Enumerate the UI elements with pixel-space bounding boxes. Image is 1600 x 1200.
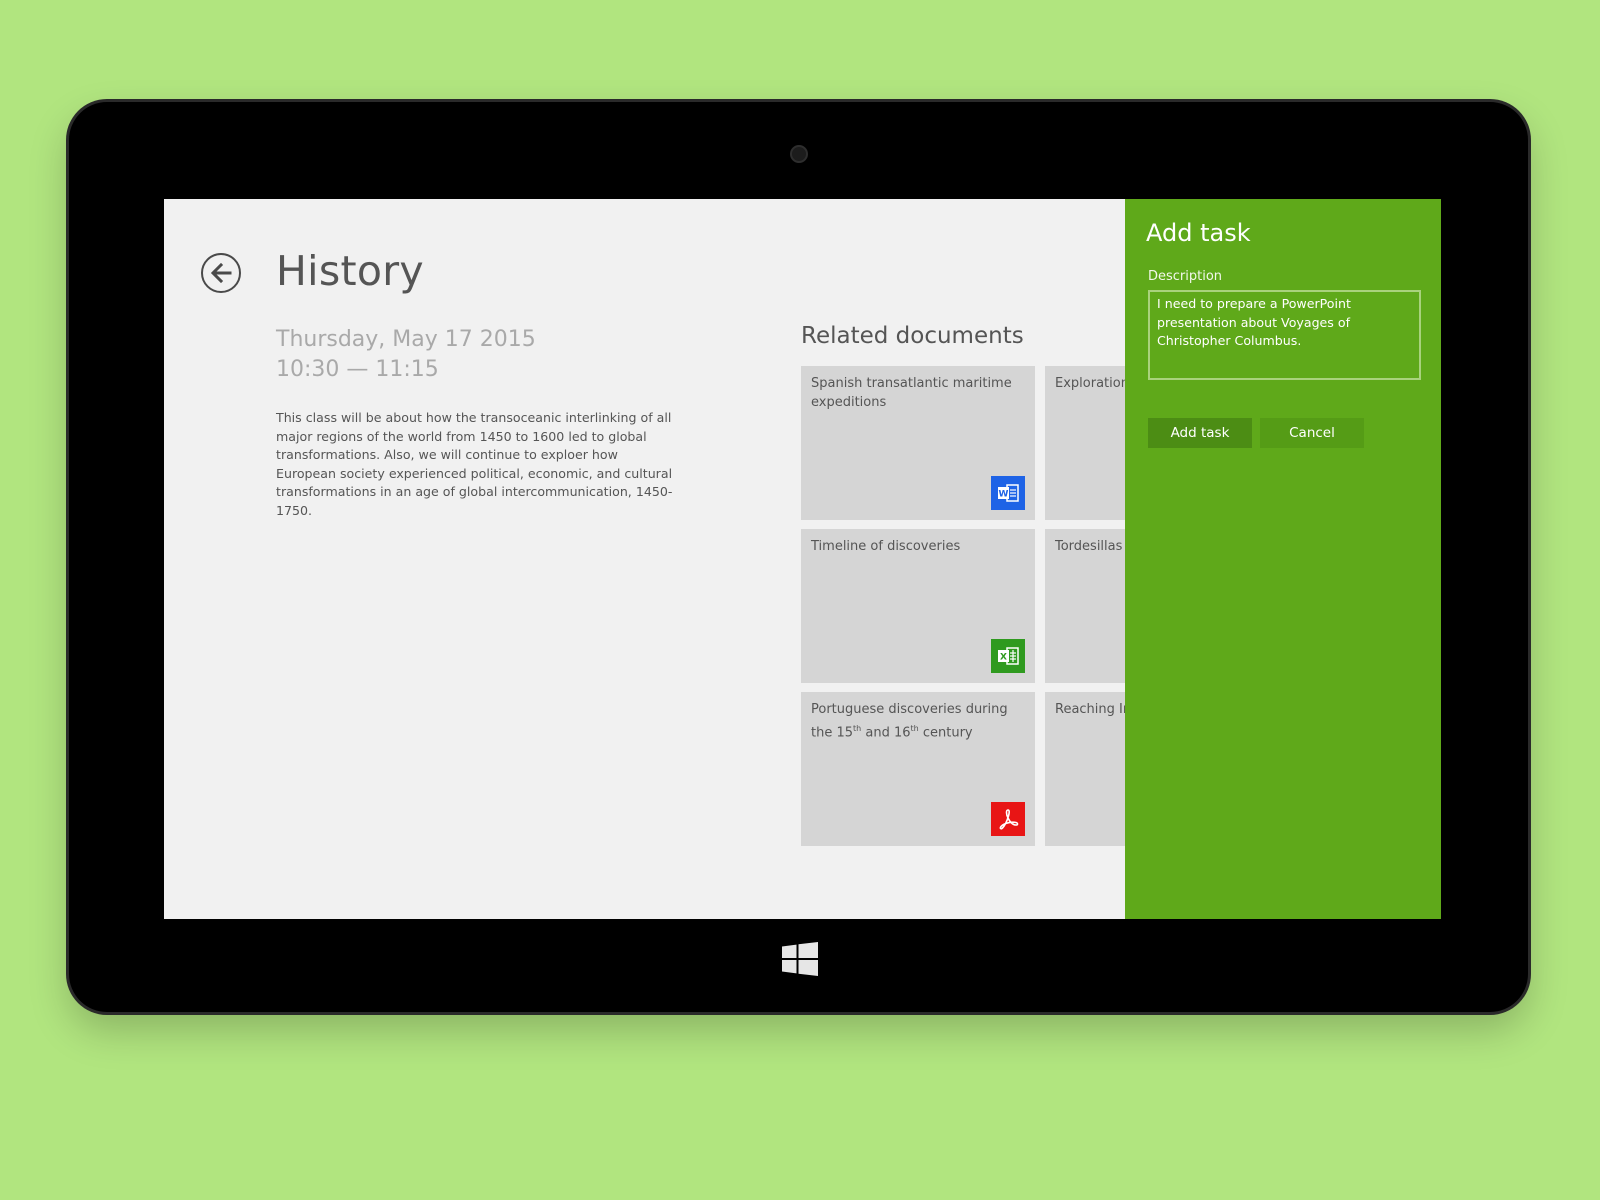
description-label: Description: [1148, 269, 1223, 284]
svg-text:W: W: [999, 490, 1009, 500]
document-tile[interactable]: Timeline of discoveries X: [801, 529, 1035, 683]
class-description: This class will be about how the transoc…: [276, 410, 673, 518]
excel-icon: X: [991, 639, 1025, 673]
add-task-button[interactable]: Add task: [1148, 418, 1252, 448]
document-title: Portuguese discoveries during the 15th a…: [811, 702, 1008, 741]
add-task-flyout: Add task Description I need to prepare a…: [1125, 199, 1441, 919]
windows-logo-icon[interactable]: [782, 942, 818, 976]
back-button[interactable]: [201, 253, 241, 293]
event-date: Thursday, May 17 2015: [276, 327, 536, 352]
add-task-heading: Add task: [1146, 219, 1251, 247]
related-documents-heading: Related documents: [801, 323, 1024, 349]
page-title: History: [276, 247, 424, 295]
camera-icon: [790, 145, 808, 163]
event-datetime: Thursday, May 17 2015 10:30 — 11:15: [276, 325, 536, 385]
document-tile[interactable]: Portuguese discoveries during the 15th a…: [801, 692, 1035, 846]
event-time: 10:30 — 11:15: [276, 357, 439, 382]
pdf-icon: [991, 802, 1025, 836]
description-input[interactable]: I need to prepare a PowerPoint presentat…: [1148, 290, 1421, 380]
document-title: Timeline of discoveries: [811, 539, 961, 554]
arrow-left-icon: [210, 263, 232, 283]
document-tile[interactable]: Spanish transatlantic maritime expeditio…: [801, 366, 1035, 520]
document-title: Spanish transatlantic maritime expeditio…: [811, 376, 1012, 410]
word-icon: W: [991, 476, 1025, 510]
svg-text:X: X: [1000, 653, 1007, 663]
app-screen: History Thursday, May 17 2015 10:30 — 11…: [164, 199, 1441, 919]
cancel-button[interactable]: Cancel: [1260, 418, 1364, 448]
